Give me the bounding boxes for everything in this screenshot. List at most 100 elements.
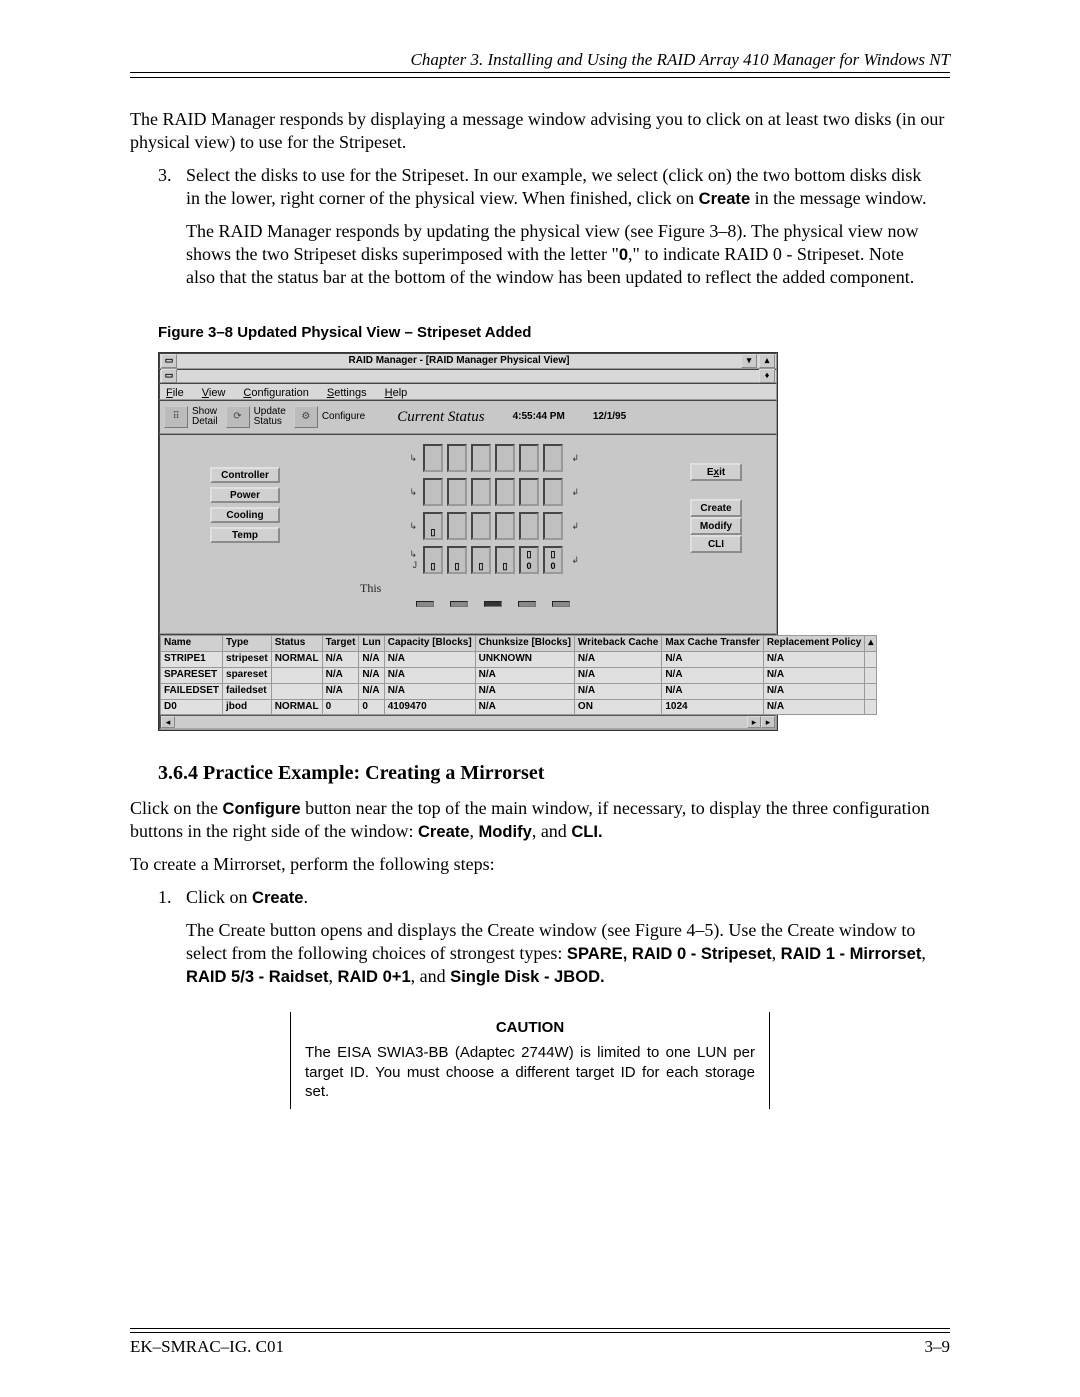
- disk-slot[interactable]: [519, 512, 539, 540]
- disk-slot-stripeset[interactable]: ▯0: [519, 546, 539, 574]
- table-row[interactable]: D0jbodNORMAL004109470N/AON1024N/A: [161, 699, 877, 715]
- disk-slot[interactable]: [447, 444, 467, 472]
- p1-a: Click on the: [130, 798, 223, 818]
- disk-slot[interactable]: [495, 444, 515, 472]
- disk-slot[interactable]: ▯: [471, 546, 491, 574]
- disk-slot[interactable]: ▯: [447, 546, 467, 574]
- table-header[interactable]: Type: [223, 636, 272, 652]
- temp-button[interactable]: Temp: [210, 527, 280, 543]
- table-cell: N/A: [662, 668, 764, 684]
- disk-slot[interactable]: [471, 478, 491, 506]
- modify-button[interactable]: Modify: [690, 517, 742, 535]
- table-header[interactable]: Status: [271, 636, 322, 652]
- table-cell: N/A: [475, 668, 574, 684]
- table-cell: spareset: [223, 668, 272, 684]
- create-button[interactable]: Create: [690, 499, 742, 517]
- cooling-button[interactable]: Cooling: [210, 507, 280, 523]
- disk-slot[interactable]: [519, 444, 539, 472]
- p1-cli: CLI.: [571, 822, 602, 841]
- disk-slot[interactable]: [423, 444, 443, 472]
- child-titlebar: ▭ ♦: [159, 369, 777, 383]
- step-3-text-b: in the message window.: [750, 188, 926, 208]
- scroll-left-button[interactable]: ◂: [161, 716, 175, 728]
- step-1-create: Create: [252, 888, 304, 907]
- status-led: [518, 601, 536, 607]
- table-header[interactable]: Target: [322, 636, 359, 652]
- table-cell: N/A: [763, 668, 864, 684]
- caution-title: CAUTION: [305, 1018, 755, 1037]
- tool-update-status[interactable]: ⟳ UpdateStatus: [226, 406, 286, 428]
- section-3-6-4-heading: 3.6.4 Practice Example: Creating a Mirro…: [158, 761, 950, 787]
- minimize-button[interactable]: ▾: [741, 354, 757, 368]
- child-system-menu-icon[interactable]: ▭: [161, 369, 177, 383]
- disk-slot[interactable]: [471, 444, 491, 472]
- controller-button[interactable]: Controller: [210, 467, 280, 483]
- titlebar: ▭ RAID Manager - [RAID Manager Physical …: [159, 353, 777, 369]
- tool-configure[interactable]: ⚙ Configure: [294, 406, 365, 428]
- table-cell: D0: [161, 699, 223, 715]
- intro-paragraph: The RAID Manager responds by displaying …: [130, 108, 950, 154]
- disk-slot[interactable]: [543, 478, 563, 506]
- scroll-right-button2[interactable]: ▸: [761, 716, 775, 728]
- menu-file[interactable]: File: [166, 386, 184, 397]
- table-cell: N/A: [359, 683, 384, 699]
- table-cell: N/A: [322, 652, 359, 668]
- disk-slot[interactable]: [495, 512, 515, 540]
- disk-slot[interactable]: [495, 478, 515, 506]
- table-cell: N/A: [322, 683, 359, 699]
- menu-view[interactable]: View: [202, 386, 226, 397]
- this-label: This: [360, 581, 381, 596]
- table-cell: N/A: [763, 699, 864, 715]
- disk-slot[interactable]: ▯: [423, 546, 443, 574]
- disk-slot-stripeset[interactable]: ▯0: [543, 546, 563, 574]
- table-header[interactable]: Max Cache Transfer: [662, 636, 764, 652]
- table-cell: N/A: [475, 699, 574, 715]
- status-led: [484, 601, 502, 607]
- table-cell: N/A: [359, 668, 384, 684]
- disk-slot[interactable]: [447, 478, 467, 506]
- exit-button[interactable]: Exit: [690, 463, 742, 481]
- update-status-icon: ⟳: [226, 406, 250, 428]
- table-row[interactable]: SPARESETsparesetN/AN/AN/AN/AN/AN/AN/A: [161, 668, 877, 684]
- chapter-header: Chapter 3. Installing and Using the RAID…: [130, 50, 950, 73]
- page-footer: EK–SMRAC–IG. C01 3–9: [130, 1328, 950, 1357]
- p1-configure: Configure: [223, 799, 301, 818]
- table-cell: 1024: [662, 699, 764, 715]
- p1-create: Create: [418, 822, 470, 841]
- maximize-button[interactable]: ▴: [759, 354, 775, 368]
- table-header[interactable]: Name: [161, 636, 223, 652]
- disk-slot[interactable]: ▯: [423, 512, 443, 540]
- table-row[interactable]: FAILEDSETfailedsetN/AN/AN/AN/AN/AN/AN/A: [161, 683, 877, 699]
- disk-slot[interactable]: [543, 512, 563, 540]
- table-cell: 0: [359, 699, 384, 715]
- scroll-right-button[interactable]: ▸: [747, 716, 761, 728]
- horizontal-scrollbar[interactable]: ◂ ▸ ▸: [160, 715, 776, 729]
- child-restore-button[interactable]: ♦: [759, 369, 775, 383]
- table-header[interactable]: Chunksize [Blocks]: [475, 636, 574, 652]
- power-button[interactable]: Power: [210, 487, 280, 503]
- table-cell: N/A: [763, 683, 864, 699]
- table-header[interactable]: Capacity [Blocks]: [384, 636, 475, 652]
- table-cell: N/A: [662, 652, 764, 668]
- step-3-para2-zero: 0: [619, 245, 628, 264]
- cli-button[interactable]: CLI: [690, 535, 742, 553]
- disk-slot[interactable]: [519, 478, 539, 506]
- disk-slot[interactable]: [471, 512, 491, 540]
- menu-help[interactable]: Help: [385, 386, 408, 397]
- disk-slot[interactable]: [543, 444, 563, 472]
- disk-slot[interactable]: ▯: [495, 546, 515, 574]
- table-row[interactable]: STRIPE1stripesetNORMALN/AN/AN/AUNKNOWNN/…: [161, 652, 877, 668]
- table-cell: failedset: [223, 683, 272, 699]
- scroll-up-button[interactable]: ▴: [865, 636, 877, 652]
- menu-settings[interactable]: Settings: [327, 386, 367, 397]
- disk-slot[interactable]: [447, 512, 467, 540]
- table-header[interactable]: Writeback Cache: [574, 636, 661, 652]
- table-cell: N/A: [384, 652, 475, 668]
- system-menu-icon[interactable]: ▭: [161, 354, 177, 368]
- table-header[interactable]: Replacement Policy: [763, 636, 864, 652]
- menu-configuration[interactable]: Configuration: [243, 386, 308, 397]
- tool-show-detail[interactable]: ⠿ ShowDetail: [164, 406, 218, 428]
- disk-slot[interactable]: [423, 478, 443, 506]
- step-3-create-bold: Create: [699, 189, 751, 208]
- table-header[interactable]: Lun: [359, 636, 384, 652]
